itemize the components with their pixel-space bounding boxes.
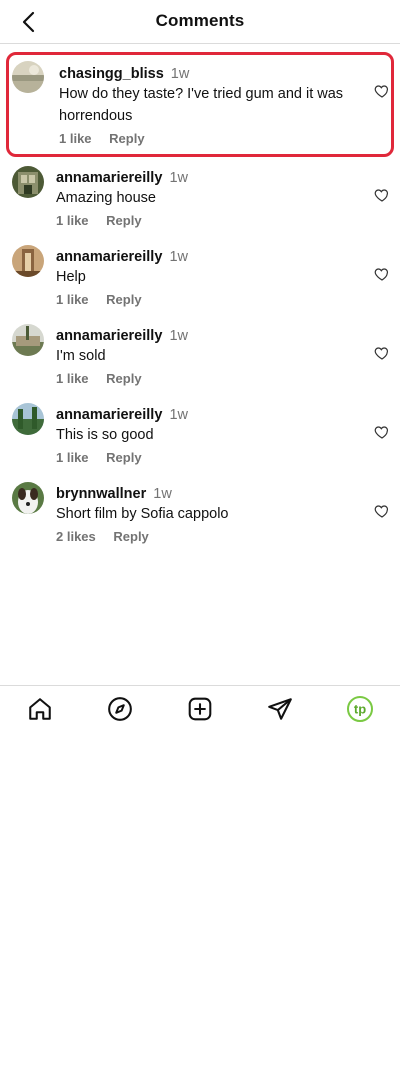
comment-header: annamariereilly 1w — [56, 406, 360, 424]
heart-icon[interactable] — [374, 503, 390, 519]
nav-direct[interactable] — [264, 693, 296, 725]
likes-count[interactable]: 1 like — [56, 292, 89, 307]
avatar[interactable] — [12, 166, 44, 198]
heart-icon[interactable] — [374, 345, 390, 361]
comment-header: annamariereilly 1w — [56, 248, 360, 266]
likes-count[interactable]: 1 like — [56, 450, 89, 465]
likes-count[interactable]: 1 like — [56, 213, 89, 228]
heart-icon[interactable] — [374, 266, 390, 282]
nav-explore[interactable] — [104, 693, 136, 725]
reply-button[interactable]: Reply — [106, 371, 141, 386]
heart-icon[interactable] — [374, 83, 390, 99]
avatar[interactable] — [12, 245, 44, 277]
comment-actions: 1 like Reply — [56, 371, 360, 386]
comment-time: 1w — [153, 486, 172, 502]
comment-text: How do they taste? I've tried gum and it… — [59, 86, 344, 124]
comment-time: 1w — [169, 249, 188, 265]
comment-actions: 1 like Reply — [56, 450, 360, 465]
comments-list: chasingg_bliss 1w How do they taste? I'v… — [0, 52, 400, 552]
avatar[interactable] — [12, 324, 44, 356]
comment-text: Short film by Sofia cappolo — [56, 506, 229, 522]
comment-header: annamariereilly 1w — [56, 169, 360, 187]
comment-username[interactable]: annamariereilly — [56, 170, 162, 186]
comment-item: brynnwallner 1w Short film by Sofia capp… — [0, 473, 400, 552]
comment-actions: 2 likes Reply — [56, 529, 360, 544]
nav-home[interactable] — [24, 693, 56, 725]
comment-item: annamariereilly 1w I'm sold 1 like Reply — [0, 315, 400, 394]
comment-header: annamariereilly 1w — [56, 327, 360, 345]
bottom-nav-bar: tp — [0, 685, 400, 731]
comment-item: annamariereilly 1w Help 1 like Reply — [0, 236, 400, 315]
comment-username[interactable]: annamariereilly — [56, 328, 162, 344]
comment-actions: 1 like Reply — [56, 213, 360, 228]
profile-initials: tp — [354, 701, 366, 716]
comment-text: Help — [56, 269, 86, 285]
comment-time: 1w — [169, 407, 188, 423]
direct-send-icon — [268, 697, 292, 720]
comment-time: 1w — [169, 328, 188, 344]
likes-count[interactable]: 1 like — [59, 131, 92, 146]
comment-time: 1w — [170, 66, 190, 82]
comment-username[interactable]: brynnwallner — [56, 486, 146, 502]
home-icon — [29, 697, 51, 720]
avatar[interactable] — [12, 61, 44, 93]
reply-button[interactable]: Reply — [113, 529, 148, 544]
comment-username[interactable]: annamariereilly — [56, 407, 162, 423]
avatar[interactable] — [12, 403, 44, 435]
comment-actions: 1 like Reply — [56, 292, 360, 307]
reply-button[interactable]: Reply — [106, 292, 141, 307]
comment-username[interactable]: annamariereilly — [56, 249, 162, 265]
nav-create[interactable] — [184, 693, 216, 725]
nav-profile[interactable]: tp — [344, 693, 376, 725]
likes-count[interactable]: 1 like — [56, 371, 89, 386]
heart-icon[interactable] — [374, 187, 390, 203]
profile-avatar-icon: tp — [347, 695, 373, 722]
create-plus-icon — [188, 697, 212, 720]
comment-header: chasingg_bliss 1w — [59, 65, 357, 83]
comment-item-highlighted: chasingg_bliss 1w How do they taste? I'v… — [6, 52, 394, 157]
avatar[interactable] — [12, 482, 44, 514]
comment-username[interactable]: chasingg_bliss — [59, 66, 164, 82]
comment-text: This is so good — [56, 427, 154, 443]
header-bar: Comments — [0, 0, 400, 44]
comment-text: Amazing house — [56, 190, 156, 206]
reply-button[interactable]: Reply — [106, 213, 141, 228]
reply-button[interactable]: Reply — [106, 450, 141, 465]
reply-button[interactable]: Reply — [109, 131, 144, 146]
comment-time: 1w — [169, 170, 188, 186]
comment-item: annamariereilly 1w This is so good 1 lik… — [0, 394, 400, 473]
likes-count[interactable]: 2 likes — [56, 529, 96, 544]
heart-icon[interactable] — [374, 424, 390, 440]
comment-item: annamariereilly 1w Amazing house 1 like … — [0, 157, 400, 236]
explore-compass-icon — [108, 696, 132, 721]
comment-header: brynnwallner 1w — [56, 485, 360, 503]
comment-actions: 1 like Reply — [59, 131, 357, 146]
page-title: Comments — [155, 11, 245, 30]
comment-text: I'm sold — [56, 348, 106, 364]
